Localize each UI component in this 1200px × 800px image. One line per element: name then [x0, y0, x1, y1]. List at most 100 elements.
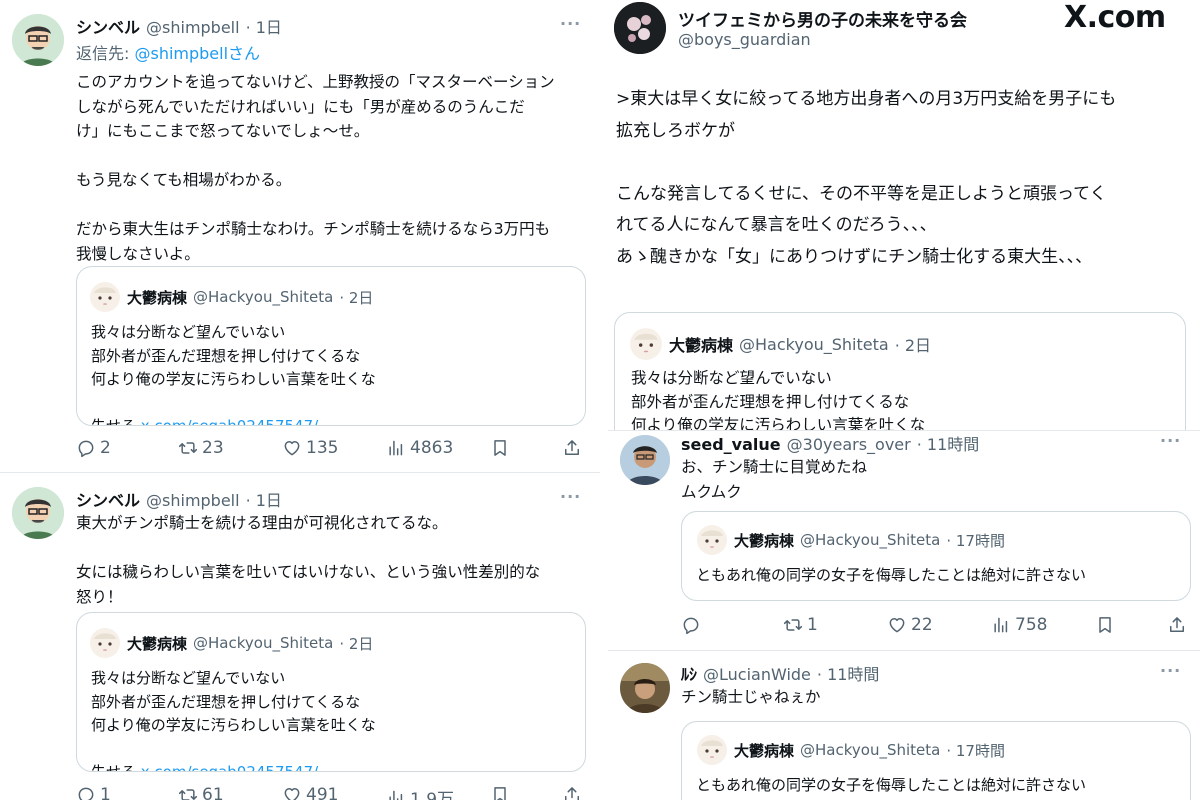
quote-avatar	[696, 524, 728, 556]
share-icon[interactable]	[562, 785, 582, 800]
quote-link[interactable]: x.com/segah02457547/...	[141, 763, 333, 772]
quote-author-name: 大鬱病棟	[734, 741, 795, 760]
avatar[interactable]	[12, 14, 64, 66]
quote-avatar	[89, 281, 121, 313]
tweet-time[interactable]: · 11時間	[917, 431, 980, 455]
quote-tweet[interactable]: 大鬱病棟 @Hackyou_Shiteta · 2日 我々は分断など望んでいない…	[76, 266, 586, 426]
quote-author-name: 大鬱病棟	[127, 634, 188, 653]
left-panel: シンベル @shimpbell · 1日 ··· 返信先: @shimpbell…	[0, 0, 600, 800]
author-handle[interactable]: @shimpbell	[146, 18, 240, 37]
tweet-time[interactable]: · 1日	[246, 14, 282, 38]
author-name[interactable]: seed_value	[681, 435, 781, 454]
quote-time: · 17時間	[946, 741, 1005, 760]
quote-time: · 17時間	[946, 531, 1005, 550]
quote-text-suffix: 失せろ	[91, 416, 141, 426]
reply-count: 1	[100, 785, 111, 800]
tweet-card[interactable]: シンベル @shimpbell · 1日 ··· 返信先: @shimpbell…	[0, 0, 600, 472]
quote-text: 我々は分断など望んでいない 部外者が歪んだ理想を押し付けてくるな 何より俺の学友…	[91, 323, 376, 388]
tweet-text: 東大がチンポ騎士を続ける理由が可視化されてるな。 女には穢らわしい言葉を吐いては…	[76, 514, 541, 606]
tweet-time[interactable]: · 11時間	[817, 661, 880, 685]
quote-text: ともあれ俺の同学の女子を侮辱したことは絶対に許さない	[696, 776, 1087, 794]
tweet-text: チン騎士じゃねぇか	[681, 688, 821, 706]
views-count: 4863	[410, 438, 454, 458]
retweet-icon[interactable]	[178, 438, 198, 458]
like-icon[interactable]	[282, 438, 302, 458]
share-icon[interactable]	[1167, 615, 1187, 635]
reply-icon[interactable]	[76, 785, 96, 800]
author-name[interactable]: ﾙｼ	[681, 661, 697, 685]
tweet-text: >東大は早く女に絞ってる地方出身者への月3万円支給を男子にも 拡充しろボケが こ…	[616, 89, 1117, 267]
like-count: 491	[306, 785, 339, 800]
tweet-text: お、チン騎士に目覚めたね ムクムク	[681, 458, 868, 501]
right-panel: ツイフェミから男の子の未来を守る会 @boys_guardian X.com >…	[608, 0, 1200, 800]
like-icon[interactable]	[887, 615, 907, 635]
quote-author-name: 大鬱病棟	[669, 336, 734, 355]
quote-author-handle: @Hackyou_Shiteta	[800, 741, 941, 759]
reply-count: 2	[100, 438, 111, 458]
like-icon[interactable]	[282, 785, 302, 800]
avatar[interactable]	[620, 663, 670, 713]
bookmark-icon[interactable]	[490, 438, 510, 458]
retweet-icon[interactable]	[178, 785, 198, 800]
tweet-time[interactable]: · 1日	[246, 487, 282, 511]
tweet-card[interactable]: ﾙｼ @LucianWide · 11時間 ··· チン騎士じゃねぇか 大鬱病棟…	[608, 651, 1200, 800]
tweet-text: このアカウントを追ってないけど、上野教授の「マスターベーション しながら死んでい…	[76, 73, 555, 263]
quote-tweet[interactable]: 大鬱病棟 @Hackyou_Shiteta · 17時間 ともあれ俺の同学の女子…	[681, 511, 1191, 601]
views-icon[interactable]	[386, 788, 406, 800]
reply-icon[interactable]	[681, 615, 701, 635]
author-handle[interactable]: @30years_over	[787, 435, 911, 454]
quote-author-handle: @Hackyou_Shiteta	[193, 634, 334, 652]
quote-text-suffix: 失せろ	[91, 762, 141, 772]
panel-separator	[600, 0, 608, 800]
retweet-count: 61	[202, 785, 224, 800]
like-count: 22	[911, 615, 933, 635]
more-icon[interactable]: ···	[560, 14, 581, 33]
author-name[interactable]: シンベル	[76, 14, 140, 38]
retweet-count: 1	[807, 615, 818, 635]
quote-time: · 2日	[339, 634, 374, 653]
author-handle[interactable]: @shimpbell	[146, 491, 240, 510]
bookmark-icon[interactable]	[1095, 615, 1115, 635]
reply-icon[interactable]	[76, 438, 96, 458]
share-icon[interactable]	[562, 438, 582, 458]
bookmark-icon[interactable]	[490, 785, 510, 800]
tweet-card[interactable]: シンベル @shimpbell · 1日 ··· 東大がチンポ騎士を続ける理由が…	[0, 473, 600, 800]
tweet-card[interactable]: seed_value @30years_over · 11時間 ··· お、チン…	[608, 430, 1200, 650]
views-icon[interactable]	[386, 438, 406, 458]
quote-author-name: 大鬱病棟	[734, 531, 795, 550]
quote-author-name: 大鬱病棟	[127, 288, 188, 307]
retweet-count: 23	[202, 438, 224, 458]
avatar[interactable]	[12, 487, 64, 539]
quote-author-handle: @Hackyou_Shiteta	[800, 531, 941, 549]
quote-tweet[interactable]: 大鬱病棟 @Hackyou_Shiteta · 17時間 ともあれ俺の同学の女子…	[681, 721, 1191, 800]
avatar[interactable]	[614, 2, 666, 54]
avatar[interactable]	[620, 435, 670, 485]
author-name[interactable]: シンベル	[76, 487, 140, 511]
views-icon[interactable]	[991, 615, 1011, 635]
action-bar: 1 22 758	[681, 615, 1191, 641]
quote-avatar	[696, 734, 728, 766]
author-handle[interactable]: @LucianWide	[703, 665, 811, 684]
author-name[interactable]: ツイフェミから男の子の未来を守る会	[678, 6, 967, 31]
quote-tweet[interactable]: 大鬱病棟 @Hackyou_Shiteta · 2日 我々は分断など望んでいない…	[76, 612, 586, 772]
quote-link[interactable]: x.com/segah02457547/...	[141, 417, 333, 426]
quote-text: ともあれ俺の同学の女子を侮辱したことは絶対に許さない	[696, 566, 1087, 584]
views-count: 758	[1015, 615, 1048, 635]
quote-text: 我々は分断など望んでいない 部外者が歪んだ理想を押し付けてくるな 何より俺の学友…	[91, 669, 376, 734]
retweet-icon[interactable]	[783, 615, 803, 635]
x-watermark: X.com	[1064, 0, 1166, 35]
tweet-card[interactable]: ツイフェミから男の子の未来を守る会 @boys_guardian X.com >…	[608, 0, 1200, 452]
quote-time: · 2日	[894, 336, 932, 355]
reply-to-handle[interactable]: @shimpbell	[134, 44, 228, 63]
more-icon[interactable]: ···	[1160, 661, 1181, 680]
reply-to-label: 返信先:	[76, 44, 135, 63]
more-icon[interactable]: ···	[1160, 431, 1181, 450]
quote-avatar	[89, 627, 121, 659]
reply-to-suffix: さん	[228, 44, 261, 63]
action-bar: 2 23 135 4863	[76, 438, 586, 464]
author-handle[interactable]: @boys_guardian	[678, 30, 811, 49]
quote-avatar	[629, 327, 663, 361]
more-icon[interactable]: ···	[560, 487, 581, 506]
quote-text: 我々は分断など望んでいない 部外者が歪んだ理想を押し付けてくるな 何より俺の学友…	[631, 369, 926, 434]
quote-author-handle: @Hackyou_Shiteta	[739, 334, 889, 354]
